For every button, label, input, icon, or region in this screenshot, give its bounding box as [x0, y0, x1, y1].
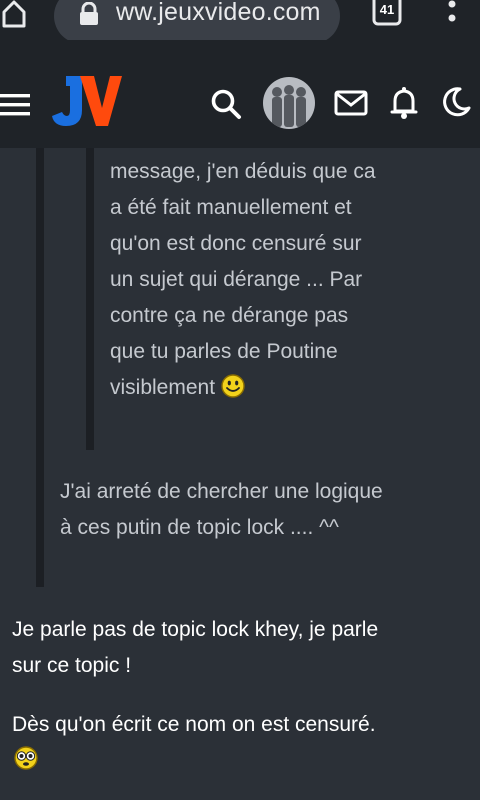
- inner-quote-line: qu'on est donc censuré sur: [110, 232, 362, 255]
- tab-switcher-button[interactable]: 41: [372, 0, 402, 26]
- inner-quote-line: message, j'en déduis que ca: [110, 160, 376, 183]
- post-content: message, j'en déduis que ca a été fait m…: [0, 148, 480, 800]
- browser-toolbar: ww.jeuxvideo.com 41: [0, 0, 480, 44]
- home-icon[interactable]: [0, 0, 34, 34]
- inner-quote-text: message, j'en déduis que ca a été fait m…: [110, 154, 470, 410]
- outer-quote-line: à ces putin de topic lock .... ^^: [60, 516, 339, 539]
- avatar[interactable]: [262, 76, 316, 135]
- outer-quote-bar: [36, 148, 44, 587]
- inner-quote-line: a été fait manuellement et: [110, 196, 352, 219]
- smiley-emoji-icon: [221, 374, 245, 410]
- inner-quote-line: un sujet qui dérange ... Par: [110, 268, 363, 291]
- inner-quote-line: visiblement: [110, 370, 470, 410]
- post-line: Dès qu'on écrit ce nom on est censuré.: [12, 713, 376, 736]
- site-header: [0, 40, 480, 148]
- post-line: sur ce topic !: [12, 654, 132, 677]
- mail-icon[interactable]: [334, 90, 368, 121]
- inner-quote-line: que tu parles de Poutine: [110, 340, 338, 363]
- tab-count: 41: [379, 2, 395, 17]
- inner-quote-line-text: visiblement: [110, 376, 216, 399]
- lock-icon: [78, 1, 100, 26]
- address-bar[interactable]: ww.jeuxvideo.com: [54, 0, 340, 44]
- outer-quote-line: J'ai arreté de chercher une logique: [60, 480, 383, 503]
- overflow-menu-icon[interactable]: [446, 0, 458, 32]
- hamburger-menu-icon[interactable]: [0, 93, 32, 122]
- inner-quote-bar: [86, 148, 94, 450]
- url-text: ww.jeuxvideo.com: [116, 0, 321, 26]
- site-logo[interactable]: [52, 76, 122, 133]
- post-body: Je parle pas de topic lock khey, je parl…: [12, 612, 472, 684]
- search-icon[interactable]: [210, 88, 242, 125]
- post-body-second: Dès qu'on écrit ce nom on est censuré.: [12, 707, 472, 743]
- notifications-bell-icon[interactable]: [390, 86, 418, 125]
- eyes-emoji-icon: [14, 746, 38, 775]
- post-line: Je parle pas de topic lock khey, je parl…: [12, 618, 379, 641]
- outer-quote-text: J'ai arreté de chercher une logique à ce…: [60, 474, 470, 546]
- inner-quote-line: contre ça ne dérange pas: [110, 304, 349, 327]
- dark-mode-moon-icon[interactable]: [440, 86, 472, 123]
